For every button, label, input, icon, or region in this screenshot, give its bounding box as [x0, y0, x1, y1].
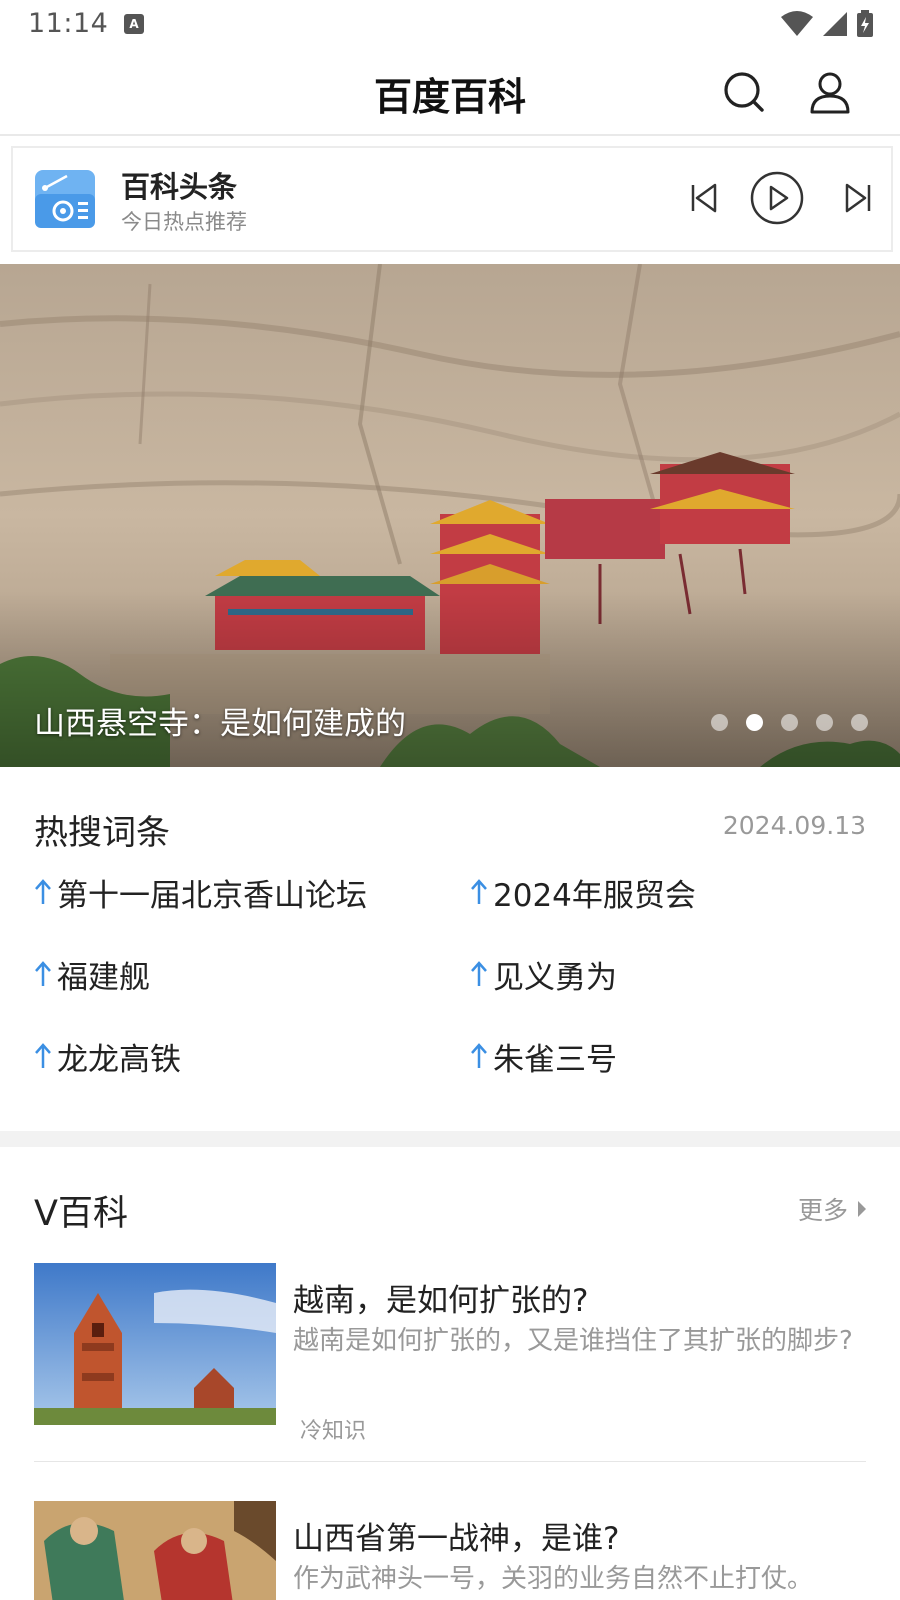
hot-search-item[interactable]: 龙龙高铁: [32, 1033, 181, 1079]
hot-search-item[interactable]: 见义勇为: [468, 951, 617, 997]
section-divider: [0, 1131, 900, 1147]
article-title: 越南，是如何扩张的?: [293, 1283, 589, 1319]
article-card[interactable]: 山西省第一战神，是谁? 作为武神头一号，关羽的业务自然不止打仗。: [34, 1501, 866, 1600]
hot-search-item[interactable]: 福建舰: [32, 951, 150, 997]
article-description: 作为武神头一号，关羽的业务自然不止打仗。: [293, 1564, 814, 1594]
more-label: 更多: [797, 1196, 848, 1225]
status-time: 11:14: [28, 8, 109, 39]
hot-search-label: 第十一届北京香山论坛: [57, 877, 367, 914]
carousel-dot[interactable]: [711, 714, 728, 731]
previous-icon[interactable]: [689, 182, 719, 214]
arrow-up-icon: [471, 879, 487, 904]
next-icon[interactable]: [843, 182, 873, 214]
headline-subtitle: 今日热点推荐: [121, 210, 247, 234]
play-icon[interactable]: [749, 170, 805, 226]
carousel-dot-active[interactable]: [746, 714, 763, 731]
hot-search-item[interactable]: 朱雀三号: [468, 1033, 617, 1079]
article-card[interactable]: 越南，是如何扩张的? 越南是如何扩张的，又是谁挡住了其扩张的脚步? 冷知识: [34, 1263, 866, 1444]
article-thumbnail: [34, 1263, 276, 1425]
v-baike-section: V百科 更多 越南，是如何扩张的? 越南是如何扩张的，又是谁挡住了其扩张的脚步?…: [0, 1147, 900, 1600]
arrow-up-icon: [35, 961, 51, 986]
carousel-dot[interactable]: [816, 714, 833, 731]
arrow-up-icon: [35, 1043, 51, 1068]
hot-search-label: 见义勇为: [493, 959, 617, 996]
v-baike-title: V百科: [34, 1194, 128, 1234]
notification-icon: A: [124, 14, 144, 34]
arrow-up-icon: [471, 1043, 487, 1068]
carousel-dots: [711, 714, 868, 731]
carousel-dot[interactable]: [851, 714, 868, 731]
article-divider: [34, 1461, 866, 1462]
banner-caption: 山西悬空寺：是如何建成的: [34, 706, 406, 742]
hot-search-label: 龙龙高铁: [57, 1041, 181, 1078]
article-description: 越南是如何扩张的，又是谁挡住了其扩张的脚步?: [293, 1326, 853, 1356]
search-icon[interactable]: [722, 70, 766, 114]
hot-search-title: 热搜词条: [34, 813, 170, 853]
hot-search-section: 热搜词条 2024.09.13 第十一届北京香山论坛 2024年服贸会 福建舰 …: [0, 767, 900, 1131]
header-divider: [0, 134, 900, 136]
hot-search-label: 2024年服贸会: [493, 877, 696, 914]
status-bar: 11:14 A: [0, 0, 900, 50]
hot-search-item[interactable]: 2024年服贸会: [468, 869, 696, 915]
more-link[interactable]: 更多: [798, 1191, 868, 1227]
tower-image: [34, 1263, 276, 1425]
arrow-up-icon: [471, 961, 487, 986]
banner-image: [0, 264, 900, 767]
banner-carousel[interactable]: 山西悬空寺：是如何建成的: [0, 264, 900, 767]
chevron-right-icon: [858, 1201, 866, 1217]
headline-radio-card[interactable]: 百科头条 今日热点推荐: [11, 146, 893, 252]
hot-search-date: 2024.09.13: [722, 811, 866, 840]
article-title: 山西省第一战神，是谁?: [293, 1521, 620, 1557]
article-tag: 冷知识: [300, 1419, 367, 1444]
hot-search-label: 福建舰: [57, 959, 150, 996]
headline-title: 百科头条: [121, 170, 238, 204]
battery-icon: [857, 10, 873, 37]
arrow-up-icon: [35, 879, 51, 904]
hot-search-label: 朱雀三号: [493, 1041, 617, 1078]
status-icons: [780, 10, 874, 38]
carousel-dot[interactable]: [781, 714, 798, 731]
radio-icon: [35, 170, 95, 228]
painting-image: [34, 1501, 276, 1600]
signal-icon: [823, 12, 847, 36]
user-icon[interactable]: [808, 70, 852, 114]
hot-search-item[interactable]: 第十一届北京香山论坛: [32, 869, 367, 915]
article-thumbnail: [34, 1501, 276, 1600]
wifi-icon: [781, 11, 813, 36]
app-header: 百度百科: [0, 50, 900, 134]
